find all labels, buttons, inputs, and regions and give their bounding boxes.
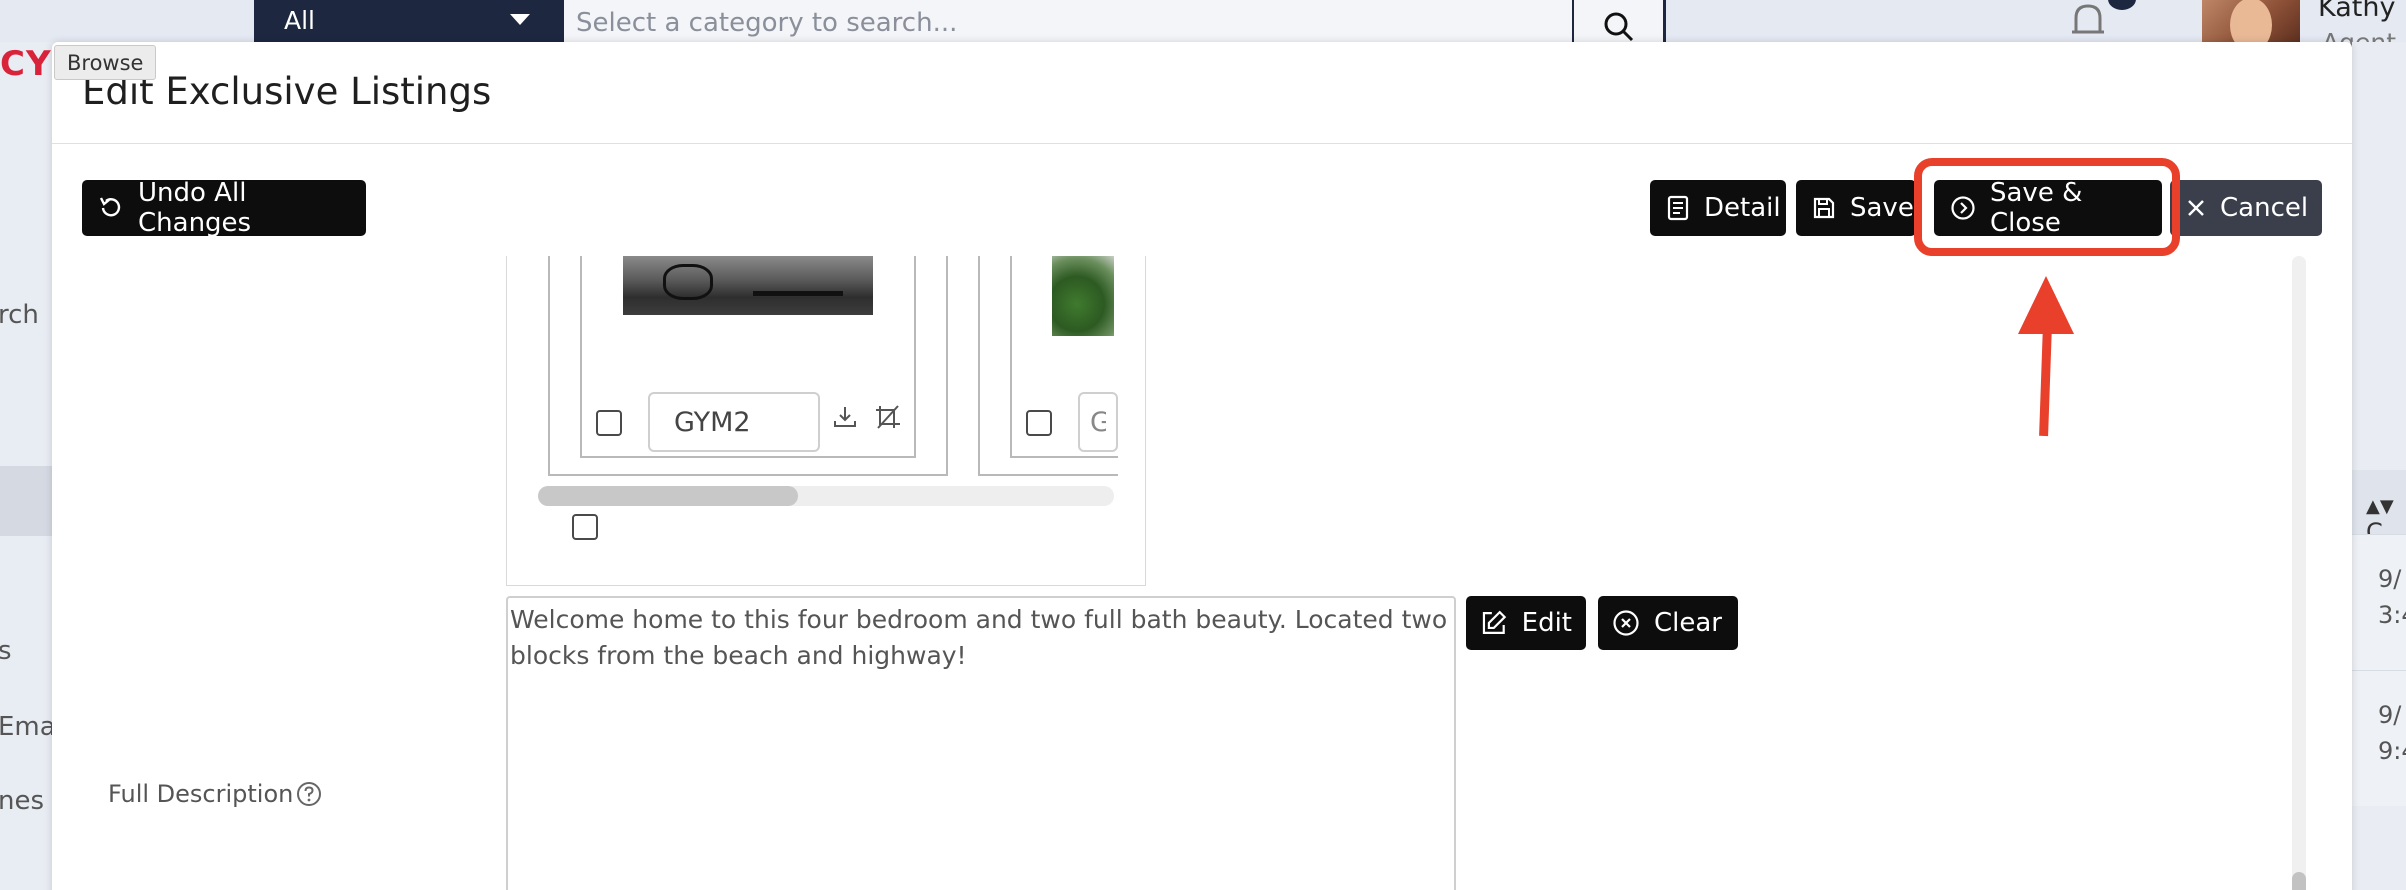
download-icon[interactable] <box>832 404 858 430</box>
user-name: Kathy <box>2318 0 2396 23</box>
photo-select-checkbox[interactable] <box>596 410 622 436</box>
browse-tooltip: Browse <box>54 45 157 80</box>
sidebar-item-active[interactable] <box>0 466 52 536</box>
garden-photo[interactable] <box>1052 256 1114 336</box>
photo-name-input[interactable] <box>648 392 820 452</box>
crop-icon[interactable] <box>874 404 902 430</box>
help-icon[interactable] <box>296 781 322 807</box>
edit-icon <box>1482 610 1507 634</box>
vertical-scrollbar[interactable] <box>2292 256 2306 890</box>
full-description-textarea[interactable]: Welcome home to this four bedroom and tw… <box>506 596 1456 890</box>
bell-icon[interactable] <box>2068 2 2108 40</box>
chevron-right-circle-icon <box>1951 196 1975 220</box>
sidebar-item-label[interactable]: nes <box>0 786 44 816</box>
sidebar-item-label[interactable]: rch <box>0 300 39 330</box>
detail-button[interactable]: Detail <box>1650 180 1786 236</box>
photo-select-checkbox[interactable] <box>1026 410 1052 436</box>
full-description-label: Full Description <box>108 780 294 808</box>
save-button[interactable]: Save <box>1796 180 1916 236</box>
search-button[interactable] <box>1574 0 1666 46</box>
select-all-photos-checkbox[interactable] <box>572 514 598 540</box>
search-icon <box>1604 12 1634 42</box>
table-header-cell[interactable]: ▲▼ C <box>2352 470 2406 546</box>
gym-photo[interactable] <box>623 256 873 315</box>
scrollbar-thumb[interactable] <box>2292 872 2306 890</box>
table-row: 9/9:4 <box>2352 670 2406 806</box>
document-icon <box>1667 195 1689 221</box>
photo-name-input[interactable] <box>1078 392 1118 452</box>
sidebar-item-label[interactable]: s <box>0 636 12 666</box>
save-and-close-button[interactable]: Save & Close <box>1934 178 2162 238</box>
chevron-down-icon <box>510 14 530 25</box>
search-scope-select[interactable]: All <box>254 0 564 46</box>
close-icon <box>2188 200 2204 216</box>
undo-icon <box>99 197 121 217</box>
brand-logo: CY <box>0 44 52 84</box>
edit-description-button[interactable]: Edit <box>1466 596 1586 650</box>
cancel-button[interactable]: Cancel <box>2170 180 2322 236</box>
scrollbar-thumb[interactable] <box>538 486 798 506</box>
avatar[interactable] <box>2202 0 2300 46</box>
search-scope-value: All <box>284 6 315 35</box>
global-search-input[interactable]: Select a category to search... <box>564 0 1574 46</box>
undo-all-changes-button[interactable]: Undo All Changes <box>82 178 366 238</box>
modal-header: Edit Exclusive Listings <box>52 42 2352 144</box>
table-row: 9/3:4 <box>2352 534 2406 670</box>
sidebar-item-label[interactable]: Ema <box>0 712 56 742</box>
clear-description-button[interactable]: Clear <box>1598 596 1738 650</box>
close-circle-icon <box>1613 610 1639 636</box>
floppy-disk-icon <box>1813 197 1835 219</box>
